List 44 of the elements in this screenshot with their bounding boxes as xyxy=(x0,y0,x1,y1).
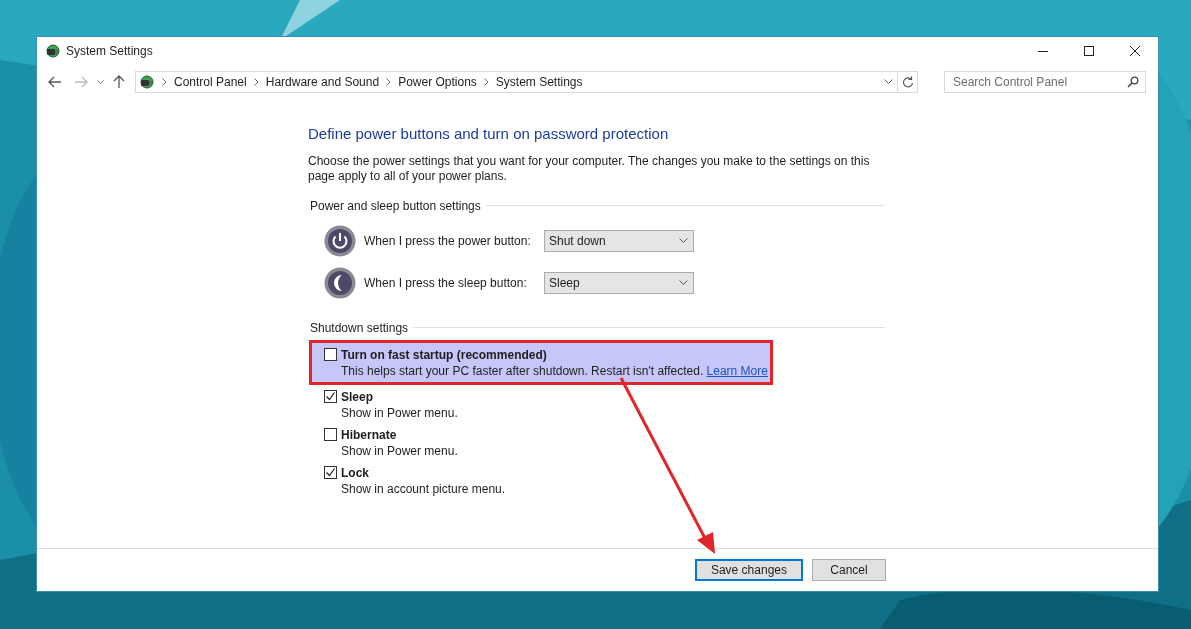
dialog-button[interactable]: Cancel xyxy=(812,559,886,581)
option-label: Lock xyxy=(341,464,369,482)
section-title: Shutdown settings xyxy=(310,319,409,337)
search-field[interactable]: Search Control Panel xyxy=(944,71,1146,93)
checkbox[interactable] xyxy=(324,390,337,403)
address-bar[interactable]: Control Panel Hardware and Sound Power Options System Settings xyxy=(135,71,918,93)
recent-icon[interactable] xyxy=(95,79,105,85)
breadcrumb-item[interactable]: Hardware and Sound xyxy=(265,73,380,91)
select-field[interactable]: Shut down xyxy=(544,229,694,252)
control-panel-icon xyxy=(139,74,155,90)
option-description: This helps start your PC faster after shutdown. Restart isn't affected. xyxy=(341,363,704,378)
chevron-down-icon xyxy=(679,279,688,286)
dialog-button[interactable]: Save changes xyxy=(694,559,803,581)
breadcrumb-item[interactable]: Power Options xyxy=(398,73,477,91)
breadcrumb-item[interactable]: Control Panel xyxy=(174,73,247,91)
option-description: Show in account picture menu. xyxy=(341,481,506,496)
option-label: Turn on fast startup (recommended) xyxy=(341,346,547,364)
checkbox[interactable] xyxy=(324,466,337,479)
search-icon[interactable] xyxy=(1127,76,1139,88)
setting-label: When I press the power button: xyxy=(364,232,532,250)
chevron-icon xyxy=(483,78,489,86)
option-description: Show in Power menu. xyxy=(341,405,458,420)
option-label: Sleep xyxy=(341,388,373,406)
chevron-icon xyxy=(386,78,392,86)
moon-icon xyxy=(324,266,356,299)
chevron-down-icon xyxy=(679,237,688,244)
option-label: Hibernate xyxy=(341,426,397,444)
up-icon[interactable] xyxy=(111,75,127,89)
back-icon[interactable] xyxy=(47,76,63,88)
page-description: Choose the power settings that you want for your computer. The changes you make to the settings on this page apply to all of your power plans. xyxy=(308,153,871,184)
section-title: Power and sleep button settings xyxy=(310,197,481,215)
chevron-icon xyxy=(253,78,259,86)
select-field[interactable]: Sleep xyxy=(544,271,694,294)
learn-more-link[interactable]: Learn More xyxy=(706,363,768,378)
checkbox[interactable] xyxy=(324,348,337,361)
option-description: Show in Power menu. xyxy=(341,443,458,458)
app-icon xyxy=(45,43,61,59)
breadcrumb-item[interactable]: System Settings xyxy=(495,73,583,91)
page-heading: Define power buttons and turn on password protection xyxy=(308,124,670,144)
setting-label: When I press the sleep button: xyxy=(364,274,528,292)
power-icon xyxy=(324,224,356,257)
chevron-icon xyxy=(162,78,167,86)
checkbox[interactable] xyxy=(324,428,337,441)
window-title: System Settings xyxy=(66,43,153,60)
